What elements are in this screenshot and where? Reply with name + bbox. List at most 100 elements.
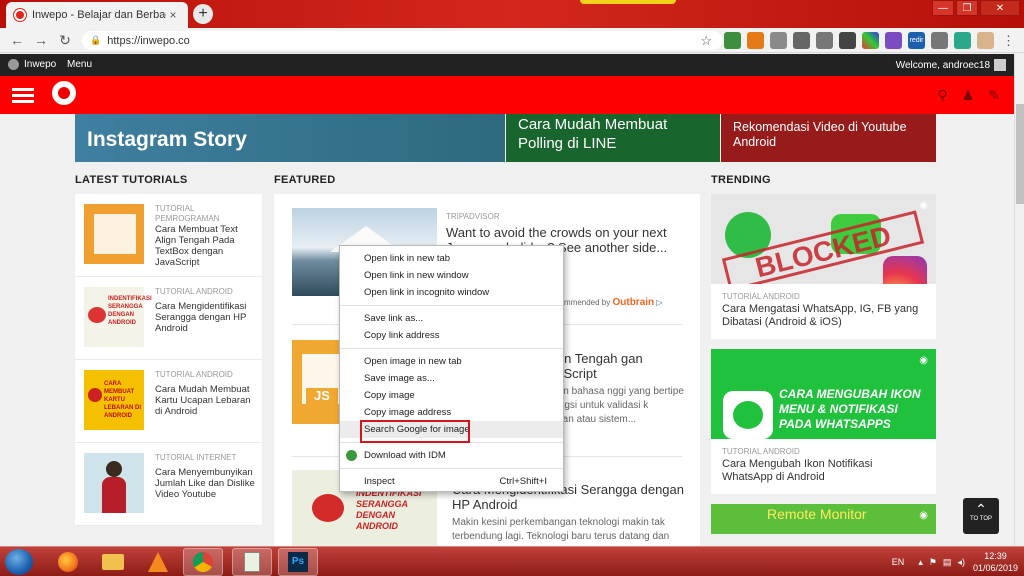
menu-item-download-with-idm[interactable]: Download with IDM [340,447,563,464]
extension-clock-icon[interactable] [793,32,810,49]
menu-separator [340,305,563,306]
site-logo[interactable] [52,81,76,105]
bookmark-star-icon[interactable]: ☆ [700,33,712,49]
menu-item-save-link-as[interactable]: Save link as... [340,310,563,327]
back-icon[interactable]: ← [8,32,26,49]
extension-pen-icon[interactable] [885,32,902,49]
forward-icon[interactable]: → [32,32,50,49]
clock[interactable]: 12:39 01/06/2019 [973,550,1018,574]
chrome-icon[interactable] [183,548,223,576]
eye-icon: ◉ [919,200,928,211]
item-category: TUTORIAL ANDROID [722,447,800,456]
eye-icon: ◉ [919,355,928,366]
browser-tab[interactable]: Inwepo - Belajar dan Berbagi Tut × [6,2,188,28]
photoshop-icon[interactable]: Ps [278,548,318,576]
welcome-text: Welcome, androec18 [895,59,990,71]
slide-instagram-story[interactable]: Instagram Story [75,114,505,162]
item-title: Cara Mengidentifikasi Serangga dengan HP… [155,301,247,334]
minimize-button[interactable]: — [932,0,954,16]
extension-face-icon[interactable] [931,32,948,49]
close-window-button[interactable]: ✕ [980,0,1020,16]
windows-taskbar: Ps EN ▴ ⚑ ▤ ◂) 12:39 01/06/2019 [0,546,1024,576]
extension-redir-icon[interactable]: redir [908,32,925,49]
slide-youtube[interactable]: Rekomendasi Video di Youtube Android [721,114,936,162]
extension-cube-icon[interactable] [724,32,741,49]
list-item[interactable]: INDENTIFIKASI SERANGGA DENGAN ANDROID TU… [75,277,262,360]
item-category: TUTORIAL PEMROGRAMAN [155,204,220,223]
menu-item-open-link-new-window[interactable]: Open link in new window [340,267,563,284]
slide-polling-line[interactable]: Cara Mudah Membuat Polling di LINE [506,114,720,162]
recommended-by: mmended by Outbrain ▷ [564,297,663,308]
extension-copy-icon[interactable] [770,32,787,49]
menu-item-copy-image-address[interactable]: Copy image address [340,404,563,421]
menu-separator [340,468,563,469]
item-title: Cara Menyembunyikan Jumlah Like dan Disl… [155,467,255,500]
tab-title: Inwepo - Belajar dan Berbagi Tut [32,9,166,21]
scrollbar-thumb[interactable] [1016,104,1024,204]
outbrain-logo[interactable]: Outbrain [612,297,654,308]
brand-logo-icon [8,59,19,70]
to-top-label: TO TOP [969,516,992,522]
trending-list: BLOCKED ◉ TUTORIAL ANDROID Cara Mengatas… [711,194,936,544]
search-icon[interactable]: ⚲ [937,87,947,104]
clock-date: 01/06/2019 [972,563,1018,573]
vlc-icon[interactable] [138,548,178,576]
network-icon[interactable]: ▤ [943,557,952,568]
user-welcome[interactable]: Welcome, androec18 [896,59,1006,71]
list-item[interactable]: TUTORIAL INTERNET Cara Menyembunyikan Ju… [75,443,262,526]
extension-color-icon[interactable] [862,32,879,49]
browser-toolbar: ← → ↻ 🔒 https://inwepo.co ☆ redir ⋮ [0,28,1024,53]
site-brand[interactable]: Inwepo [8,59,56,70]
menu-item-copy-image[interactable]: Copy image [340,387,563,404]
to-top-button[interactable]: ⌃ TO TOP [963,498,999,534]
lock-icon: 🔒 [90,35,102,45]
reload-icon[interactable]: ↻ [56,32,74,49]
menu-item-open-link-new-tab[interactable]: Open link in new tab [340,250,563,267]
new-tab-button[interactable]: + [193,4,213,24]
list-item[interactable]: CARA MEMBUAT KARTU LEBARAN DI ANDROID TU… [75,360,262,443]
clock-time: 12:39 [984,551,1007,561]
user-icon[interactable]: ♟ [962,87,975,104]
extension-infinity-icon[interactable] [816,32,833,49]
profile-avatar-icon[interactable] [977,32,994,49]
trending-item[interactable]: Remote Monitor ◉ [711,504,936,534]
trending-image: CARA MENGUBAH IKON MENU & NOTIFIKASI PAD… [711,349,936,439]
maximize-button[interactable]: ❐ [956,0,978,16]
trending-item[interactable]: CARA MENGUBAH IKON MENU & NOTIFIKASI PAD… [711,349,936,494]
url-text: https://inwepo.co [107,34,190,47]
menu-item-inspect[interactable]: Inspect Ctrl+Shift+I [340,473,563,490]
volume-icon[interactable]: ◂) [957,557,965,568]
start-button[interactable] [5,549,33,575]
file-explorer-icon[interactable] [93,548,133,576]
menu-item-label: Download with IDM [364,450,446,461]
tray-arrow-icon[interactable]: ▴ [918,557,923,568]
hamburger-menu-icon[interactable] [12,88,34,104]
featured-heading: FEATURED [274,174,336,186]
edit-icon[interactable]: ✎ [988,87,1000,104]
site-topbar: Inwepo Menu Welcome, androec18 [0,54,1024,76]
list-item[interactable]: TUTORIAL PEMROGRAMAN Cara Membuat Text A… [75,194,262,277]
menu-item-open-link-incognito[interactable]: Open link in incognito window [340,284,563,301]
address-bar[interactable]: 🔒 https://inwepo.co ☆ [82,31,722,50]
site-menu-link[interactable]: Menu [67,59,92,70]
browser-menu-icon[interactable]: ⋮ [1000,32,1017,49]
extension-office-icon[interactable] [747,32,764,49]
language-indicator[interactable]: EN [892,557,905,567]
menu-item-save-image-as[interactable]: Save image as... [340,370,563,387]
notification-strip [580,0,676,4]
menu-item-copy-link-address[interactable]: Copy link address [340,327,563,344]
item-category: TUTORIAL ANDROID [155,370,233,379]
tab-close-icon[interactable]: × [166,8,180,22]
page-scrollbar[interactable] [1014,54,1024,546]
notepad-icon[interactable] [232,548,272,576]
menu-separator [340,348,563,349]
ad-choices-icon[interactable]: ▷ [656,298,662,307]
menu-item-open-image-new-tab[interactable]: Open image in new tab [340,353,563,370]
extension-grammarly-icon[interactable] [954,32,971,49]
trending-item[interactable]: BLOCKED ◉ TUTORIAL ANDROID Cara Mengatas… [711,194,936,339]
firefox-icon[interactable] [48,548,88,576]
extension-cursor-icon[interactable] [839,32,856,49]
menu-item-search-google-for-image[interactable]: Search Google for image [340,420,563,443]
thumbnail-text: JS [306,388,338,406]
flag-icon[interactable]: ⚑ [929,557,937,568]
